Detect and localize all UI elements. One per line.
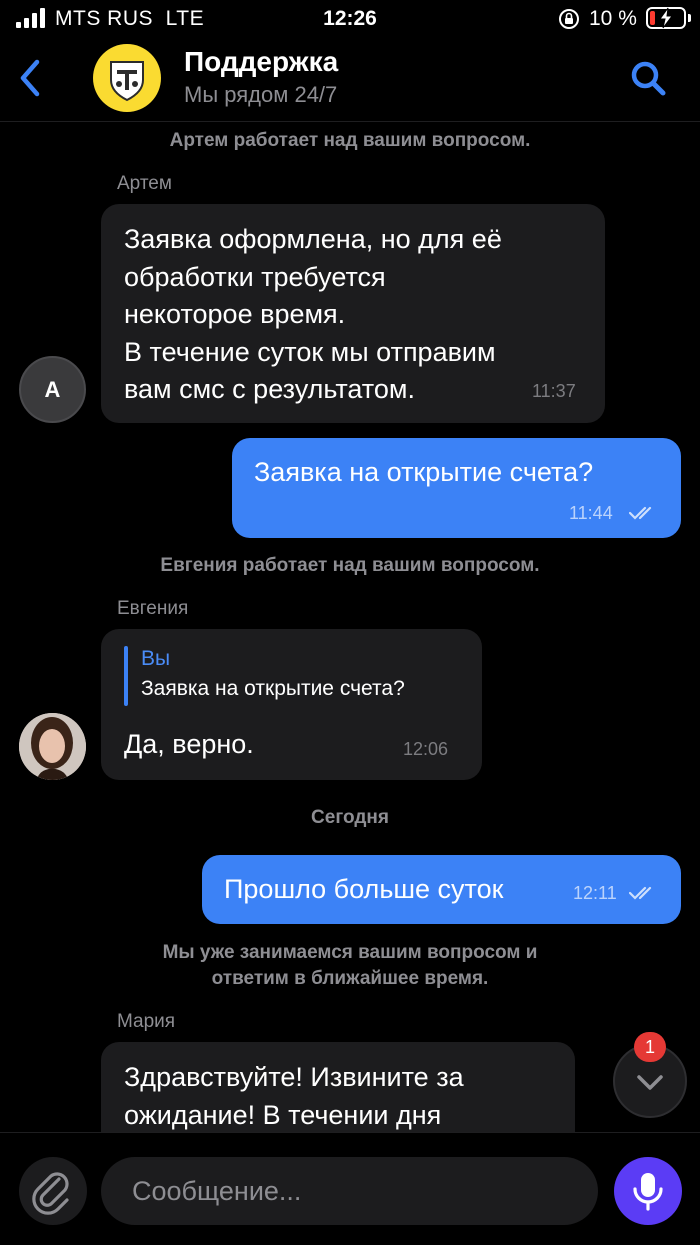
avatar[interactable] xyxy=(19,713,86,780)
double-check-icon xyxy=(629,506,652,520)
search-icon[interactable] xyxy=(626,56,670,100)
message-time: 12:11 xyxy=(573,883,617,903)
reply-author: Вы xyxy=(141,647,171,670)
microphone-icon xyxy=(633,1173,663,1211)
battery-percent: 10 % xyxy=(589,7,637,30)
unread-badge: 1 xyxy=(634,1032,666,1062)
composer-bar xyxy=(0,1132,700,1245)
message-text: Здравствуйте! Извините за ожидание! В те… xyxy=(124,1062,464,1130)
battery-nub xyxy=(688,14,691,22)
incoming-message[interactable]: Заявка оформлена, но для её обработки тр… xyxy=(101,204,605,423)
sender-name: Артем xyxy=(117,173,172,194)
double-check-icon xyxy=(629,886,652,900)
paperclip-icon xyxy=(32,1172,69,1215)
chat-header: Поддержка Мы рядом 24/7 xyxy=(0,40,700,122)
chat-title: Поддержка xyxy=(184,46,339,77)
message-input[interactable] xyxy=(101,1157,598,1225)
voice-record-button[interactable] xyxy=(614,1157,682,1225)
tinkoff-logo-icon[interactable] xyxy=(93,44,161,112)
system-message: Артем работает над вашим вопросом. xyxy=(169,130,531,151)
reply-text: Заявка на открытие счета? xyxy=(141,677,405,700)
sender-name: Евгения xyxy=(117,598,189,619)
incoming-message[interactable]: Вы Заявка на открытие счета? Да, верно. … xyxy=(101,629,482,780)
battery-icon xyxy=(646,7,686,29)
status-bar: MTS RUS LTE 12:26 10 % xyxy=(0,0,700,40)
back-chevron-icon[interactable] xyxy=(14,56,48,100)
outgoing-message[interactable]: Заявка на открытие счета? 11:44 xyxy=(232,438,681,538)
reply-bar xyxy=(124,646,128,706)
system-message: Евгения работает над вашим вопросом. xyxy=(160,555,540,576)
message-time: 11:44 xyxy=(569,503,613,523)
sender-name: Мария xyxy=(117,1011,176,1032)
message-text: Да, верно. xyxy=(124,729,254,759)
attach-button[interactable] xyxy=(19,1157,87,1225)
system-message: Мы уже занимаемся вашим вопросом и ответ… xyxy=(162,942,538,989)
message-time: 11:37 xyxy=(532,381,576,401)
chat-subtitle: Мы рядом 24/7 xyxy=(184,82,338,107)
incoming-message[interactable]: Здравствуйте! Извините за ожидание! В те… xyxy=(101,1042,575,1142)
message-text: Прошло больше суток xyxy=(224,874,504,904)
message-text: Заявка на открытие счета? xyxy=(254,457,594,487)
rotation-lock-icon xyxy=(559,9,579,29)
date-divider: Сегодня xyxy=(311,807,389,828)
avatar[interactable]: A xyxy=(19,356,86,423)
message-time: 12:06 xyxy=(403,739,449,759)
message-text: Заявка оформлена, но для её обработки тр… xyxy=(124,224,502,404)
outgoing-message[interactable]: Прошло больше суток 12:11 xyxy=(202,855,681,924)
